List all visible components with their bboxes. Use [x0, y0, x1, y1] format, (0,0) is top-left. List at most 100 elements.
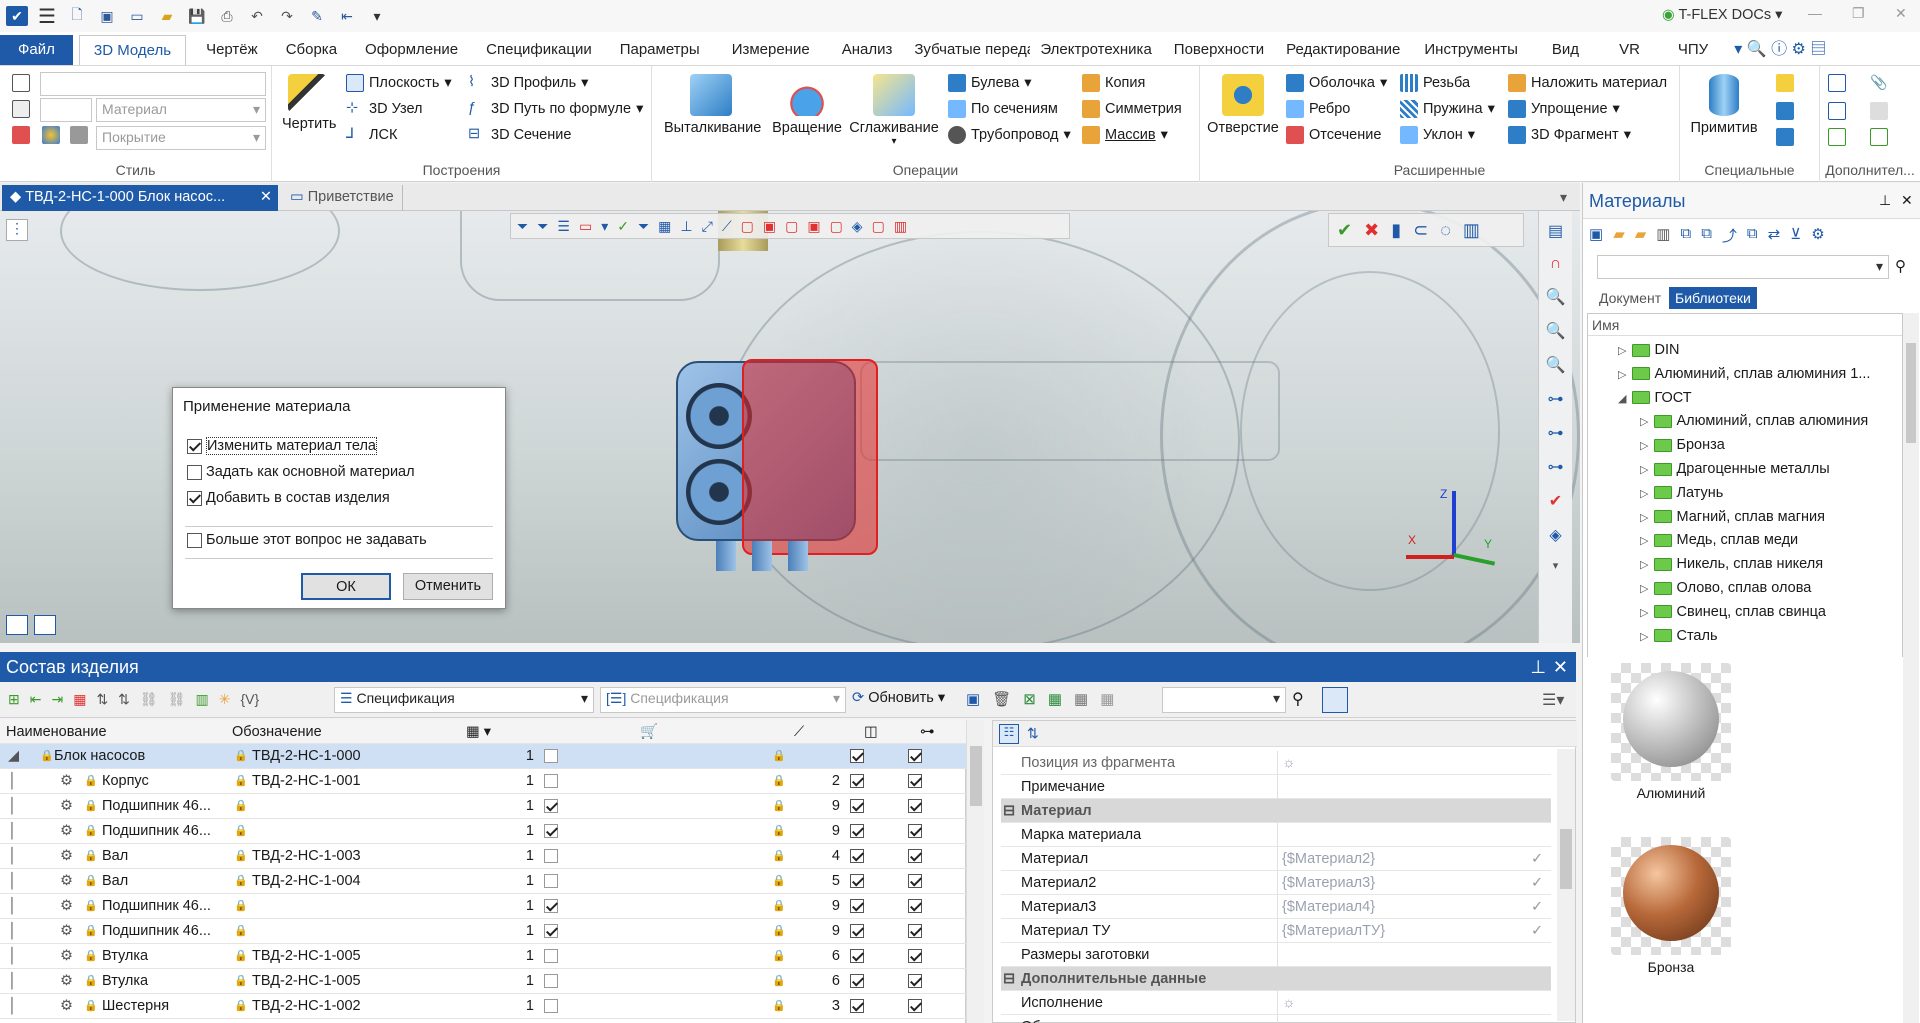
categorized-icon[interactable]: ☷ — [999, 724, 1019, 744]
tree-item[interactable]: ▷ Алюминий, сплав алюминия — [1640, 409, 1868, 433]
row-check-1[interactable] — [544, 844, 562, 869]
glasses-2-icon[interactable]: ⊶ — [1548, 423, 1564, 443]
tab-analysis[interactable]: Анализ — [828, 35, 907, 65]
tree-expand-icon[interactable]: ▷ — [1640, 440, 1648, 452]
tree-item[interactable]: ▷ Свинец, сплав свинца — [1640, 600, 1826, 624]
tree-expander-icon[interactable]: ◢ — [8, 744, 19, 769]
tree-item[interactable]: ▷ Бронза — [1640, 433, 1725, 457]
view-panel-icon[interactable]: ▤ — [1548, 221, 1563, 241]
row-visible-check[interactable] — [908, 769, 926, 794]
tree-item[interactable]: ▷ Алюминий, сплав алюминия 1... — [1618, 362, 1870, 386]
smooth-button[interactable]: Сглаживание ▾ — [848, 74, 940, 147]
tree-expand-icon[interactable]: ▷ — [1640, 559, 1648, 571]
col-include-icon[interactable]: ◫ — [864, 720, 878, 745]
mat-tool-11-icon[interactable]: ⚙ — [1811, 225, 1824, 249]
alpha-sort-icon[interactable]: ⇅ — [1027, 725, 1039, 742]
property-value[interactable]: {$Материал4} — [1277, 895, 1537, 920]
property-value[interactable] — [1277, 775, 1537, 800]
tree-expander-icon[interactable]: │ — [8, 794, 17, 819]
cancel-button[interactable]: Отменить — [403, 573, 493, 600]
plane-button[interactable]: Плоскость ▾ — [346, 74, 452, 92]
mat-tool-9-icon[interactable]: ⇄ — [1768, 225, 1781, 249]
restore-button[interactable]: ❐ — [1852, 5, 1865, 22]
preview-bronze[interactable] — [1611, 837, 1731, 955]
grid-2-icon[interactable]: ▦ — [1074, 690, 1088, 708]
mat-tool-8-icon[interactable]: ⧉ — [1747, 225, 1758, 249]
tree-expand-icon[interactable]: ▷ — [1640, 631, 1648, 643]
tree-expand-icon[interactable]: ▷ — [1618, 369, 1626, 381]
table-row[interactable]: │ ⚙ 🔒 Шестерня 🔒 ТВД-2-НС-1-002 1 🔒 3 — [0, 994, 966, 1019]
list-options-icon[interactable]: ☰▾ — [1542, 690, 1564, 710]
property-row[interactable]: Размеры заготовки — [1001, 943, 1551, 968]
glasses-3-icon[interactable]: ⊶ — [1548, 457, 1564, 477]
glasses-1-icon[interactable]: ⊶ — [1548, 389, 1564, 409]
col-qty-icon[interactable]: ▦ ▾ — [466, 720, 491, 745]
mat-tool-4-icon[interactable]: ▥ — [1656, 225, 1670, 249]
materials-search-icon[interactable]: ⚲ — [1895, 257, 1906, 275]
cube-1-icon[interactable]: ▢ — [741, 218, 754, 235]
extrude-button[interactable]: Выталкивание — [664, 74, 761, 136]
props-scrollbar[interactable] — [1557, 749, 1575, 1021]
help-icon[interactable]: ⓘ — [1771, 41, 1787, 58]
bar-icon[interactable]: ▮ — [1391, 220, 1401, 241]
preview-aluminium[interactable] — [1611, 663, 1731, 781]
search-help-icon[interactable]: 🔍 — [1747, 41, 1767, 58]
props-scroll-thumb[interactable] — [1560, 829, 1572, 889]
tab-file[interactable]: Файл — [0, 35, 73, 65]
table-row[interactable]: │ ⚙ 🔒 Корпус 🔒 ТВД-2-НС-1-001 1 🔒 2 — [0, 769, 966, 794]
grid-scroll-thumb[interactable] — [970, 746, 982, 806]
thickness-combo[interactable] — [40, 98, 92, 122]
style-combo[interactable] — [40, 72, 266, 96]
cube-3-icon[interactable]: ▢ — [785, 218, 798, 235]
pin-icon[interactable]: ⊥ — [1530, 652, 1546, 682]
select-filter-icon[interactable]: ▭ — [579, 218, 592, 235]
tree-item[interactable]: ▷ DIN — [1618, 338, 1679, 362]
symmetry-button[interactable]: Симметрия — [1082, 100, 1182, 118]
close-window-button[interactable]: ✕ — [1895, 5, 1907, 22]
row-include-check[interactable] — [850, 869, 868, 894]
check-red-icon[interactable]: ✔ — [1549, 491, 1562, 511]
tree-item[interactable]: ▷ Латунь — [1640, 481, 1723, 505]
checkbox-set-main-material[interactable] — [187, 464, 202, 480]
save-icon[interactable]: 💾 — [186, 6, 208, 26]
col-cart-icon[interactable]: 🛒 — [640, 720, 658, 745]
tree-expand-icon[interactable]: ◢ — [1618, 393, 1626, 405]
tab-formatting[interactable]: Оформление — [351, 35, 472, 65]
col-name[interactable]: Наименование — [6, 720, 226, 745]
cube-7-icon[interactable]: ▢ — [872, 218, 885, 235]
row-visible-check[interactable] — [908, 869, 926, 894]
cube-6-icon[interactable]: ◈ — [852, 218, 863, 235]
table-row[interactable]: │ ⚙ 🔒 Вал 🔒 ТВД-2-НС-1-004 1 🔒 5 — [0, 869, 966, 894]
attach-icon[interactable]: 📎 — [1870, 74, 1888, 92]
checkbox-add-to-product[interactable] — [187, 490, 202, 506]
cube-2-icon[interactable]: ▣ — [763, 218, 776, 235]
property-row[interactable]: Обозначение документа на поставку — [1001, 1015, 1551, 1023]
variables-icon[interactable]: {V} — [240, 691, 259, 708]
option-set-main-material[interactable]: Задать как основной материал — [187, 464, 415, 480]
table-row[interactable]: │ ⚙ 🔒 Подшипник 46... 🔒 1 🔒 9 — [0, 794, 966, 819]
simplify-button[interactable]: Упрощение ▾ — [1508, 100, 1620, 118]
extra-tool-3-icon[interactable] — [1870, 102, 1888, 120]
mat-tool-6-icon[interactable]: ⧉ — [1701, 225, 1712, 249]
property-section[interactable]: ⊟ Материал — [1001, 799, 1551, 823]
color-icon[interactable] — [42, 126, 60, 144]
primitive-button[interactable]: Примитив — [1684, 74, 1764, 136]
col-designation[interactable]: Обозначение — [232, 720, 452, 745]
tab-specifications[interactable]: Спецификации — [472, 35, 606, 65]
close-panel-icon[interactable]: ✕ — [1553, 652, 1568, 682]
funnel-icon[interactable]: ⏷ — [638, 218, 649, 235]
excel-icon[interactable]: ⊠ — [1023, 690, 1036, 708]
tree-expander-icon[interactable]: │ — [8, 844, 17, 869]
tree-header[interactable]: Имя — [1588, 314, 1902, 336]
property-value[interactable]: {$Материал3} — [1277, 871, 1537, 896]
table-red-icon[interactable]: ▦ — [73, 691, 86, 708]
tree-expander-icon[interactable]: │ — [8, 969, 17, 994]
property-row[interactable]: Позиция из фрагмента ☼ — [1001, 751, 1551, 776]
previews-scrollbar[interactable] — [1903, 657, 1919, 1023]
grid-icon[interactable]: ▦ — [1048, 690, 1062, 708]
open-folder-icon[interactable]: ▰ — [156, 6, 178, 26]
cube-5-icon[interactable]: ▢ — [830, 218, 843, 235]
pipeline-button[interactable]: Трубопровод ▾ — [948, 126, 1071, 144]
row-include-check[interactable] — [850, 819, 868, 844]
col-pos-icon[interactable]: ⟋ — [794, 720, 804, 745]
